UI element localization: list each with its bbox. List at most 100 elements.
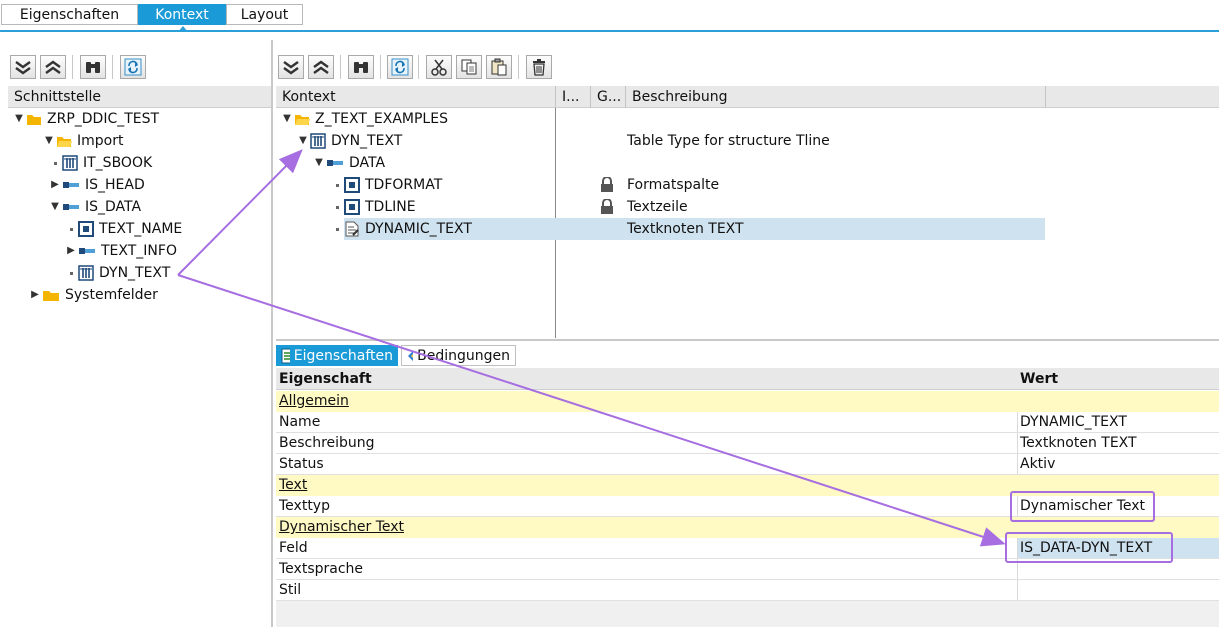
toolbar-separator (518, 55, 519, 79)
tree-node-systemfelder[interactable]: ▶ Systemfelder (28, 284, 158, 306)
collapse-all-icon (45, 60, 61, 74)
chevron-right-icon[interactable]: ▶ (28, 284, 42, 306)
tab-kontext[interactable]: Kontext (138, 4, 226, 25)
tree-node-zrp-ddic-test[interactable]: ▼ ZRP_DDIC_TEST (12, 108, 159, 130)
context-node-tdline[interactable]: TDLINE (330, 196, 416, 218)
refresh-icon (391, 58, 409, 76)
chevron-down-icon[interactable]: ▼ (280, 108, 294, 130)
property-key: Beschreibung (279, 435, 375, 451)
tree-node-text-info[interactable]: ▶ TEXT_INFO (64, 240, 177, 262)
context-node-dynamic-text[interactable]: DYNAMIC_TEXT (330, 218, 472, 240)
tree-label: IS_DATA (85, 199, 142, 215)
context-node-tdformat[interactable]: TDFORMAT (330, 174, 442, 196)
context-find-button[interactable] (348, 55, 374, 79)
tree-label: ZRP_DDIC_TEST (47, 111, 160, 127)
group-row-dynamischer-text[interactable]: Dynamischer Text (276, 517, 1219, 538)
property-value[interactable]: DYNAMIC_TEXT (1020, 412, 1127, 433)
lock-icon (601, 177, 613, 192)
table-icon (78, 265, 94, 281)
folder-icon (42, 288, 60, 302)
conditions-icon (408, 350, 414, 361)
chevron-down-icon[interactable]: ▼ (48, 196, 62, 218)
property-row-textsprache[interactable]: Textsprache (276, 559, 1219, 580)
toolbar-separator (380, 55, 381, 79)
group-row-text[interactable]: Text (276, 475, 1219, 496)
chevron-down-icon[interactable]: ▼ (296, 130, 310, 152)
description-cell: Textknoten TEXT (627, 221, 744, 237)
property-value[interactable]: Aktiv (1020, 454, 1055, 475)
column-header-i[interactable]: I... (556, 86, 590, 108)
tree-node-is-data[interactable]: ▼ IS_DATA (48, 196, 141, 218)
chevron-down-icon[interactable]: ▼ (312, 152, 326, 174)
group-row-allgemein[interactable]: Allgemein (276, 391, 1219, 412)
toolbar-separator (72, 55, 73, 79)
tree-node-import[interactable]: ▼ Import (42, 130, 123, 152)
column-header-g[interactable]: G... (591, 86, 625, 108)
tab-properties[interactable]: Eigenschaften (276, 345, 398, 366)
properties-icon (281, 348, 290, 363)
toolbar-separator (340, 55, 341, 79)
chevron-down-icon[interactable]: ▼ (12, 108, 26, 130)
column-header-wert: Wert (1020, 371, 1059, 387)
folder-open-icon (56, 134, 72, 148)
property-key: Name (279, 414, 321, 430)
cut-button[interactable] (426, 55, 452, 79)
property-row-feld[interactable]: Feld IS_DATA-DYN_TEXT (276, 538, 1219, 559)
tab-eigenschaften[interactable]: Eigenschaften (1, 4, 138, 25)
context-refresh-button[interactable] (387, 55, 413, 79)
context-expand-all-button[interactable] (278, 55, 304, 79)
group-label: Allgemein (279, 393, 349, 409)
tree-label: DYN_TEXT (99, 265, 171, 281)
expand-all-button[interactable] (10, 55, 36, 79)
context-collapse-all-button[interactable] (308, 55, 334, 79)
copy-button[interactable] (456, 55, 482, 79)
vertical-splitter[interactable] (271, 40, 273, 627)
structure-icon (326, 158, 344, 168)
lock-icon (601, 199, 613, 214)
paste-button[interactable] (486, 55, 512, 79)
tree-node-dyn-text[interactable]: DYN_TEXT (64, 262, 170, 284)
property-row-status[interactable]: Status Aktiv (276, 454, 1219, 475)
refresh-icon (124, 58, 142, 76)
tree-label: DYNAMIC_TEXT (365, 221, 472, 237)
properties-empty-area (276, 601, 1219, 627)
horizontal-splitter[interactable] (276, 339, 1219, 341)
tree-node-text-name[interactable]: TEXT_NAME (64, 218, 182, 240)
tree-label: DYN_TEXT (331, 133, 403, 149)
interface-header: Schnittstelle (8, 86, 271, 108)
column-header-eigenschaft: Eigenschaft (279, 371, 372, 387)
find-icon (354, 62, 368, 73)
property-row-texttyp[interactable]: Texttyp Dynamischer Text (276, 496, 1219, 517)
find-button[interactable] (80, 55, 106, 79)
column-header-kontext[interactable]: Kontext (276, 86, 555, 108)
tab-layout[interactable]: Layout (226, 4, 303, 25)
property-key: Texttyp (279, 498, 330, 514)
property-row-name[interactable]: Name DYNAMIC_TEXT (276, 412, 1219, 433)
tab-pointer-icon (178, 26, 188, 32)
properties-header: Eigenschaft Wert (276, 368, 1219, 390)
property-value[interactable]: Dynamischer Text (1020, 496, 1145, 517)
property-row-stil[interactable]: Stil (276, 580, 1219, 601)
tree-node-it-sbook[interactable]: IT_SBOOK (48, 152, 152, 174)
column-header-beschreibung[interactable]: Beschreibung (626, 86, 1046, 108)
property-value[interactable]: IS_DATA-DYN_TEXT (1020, 538, 1152, 559)
description-cell: Formatspalte (627, 177, 720, 193)
context-node-dyn-text[interactable]: ▼ DYN_TEXT (296, 130, 402, 152)
expand-all-icon (283, 61, 299, 75)
collapse-all-button[interactable] (40, 55, 66, 79)
tab-conditions[interactable]: Bedingungen (401, 345, 516, 366)
property-row-beschreibung[interactable]: Beschreibung Textknoten TEXT (276, 433, 1219, 454)
delete-icon (533, 59, 545, 76)
context-node-z-text-examples[interactable]: ▼ Z_TEXT_EXAMPLES (280, 108, 448, 130)
chevron-right-icon[interactable]: ▶ (64, 240, 78, 262)
expand-all-icon (15, 61, 31, 75)
chevron-down-icon[interactable]: ▼ (42, 130, 56, 152)
context-node-data[interactable]: ▼ DATA (312, 152, 385, 174)
chevron-right-icon[interactable]: ▶ (48, 174, 62, 196)
tree-node-is-head[interactable]: ▶ IS_HEAD (48, 174, 145, 196)
refresh-button[interactable] (120, 55, 146, 79)
tree-label: DATA (349, 155, 386, 171)
delete-button[interactable] (526, 55, 552, 79)
property-value[interactable]: Textknoten TEXT (1020, 433, 1137, 454)
field-icon (78, 221, 94, 237)
